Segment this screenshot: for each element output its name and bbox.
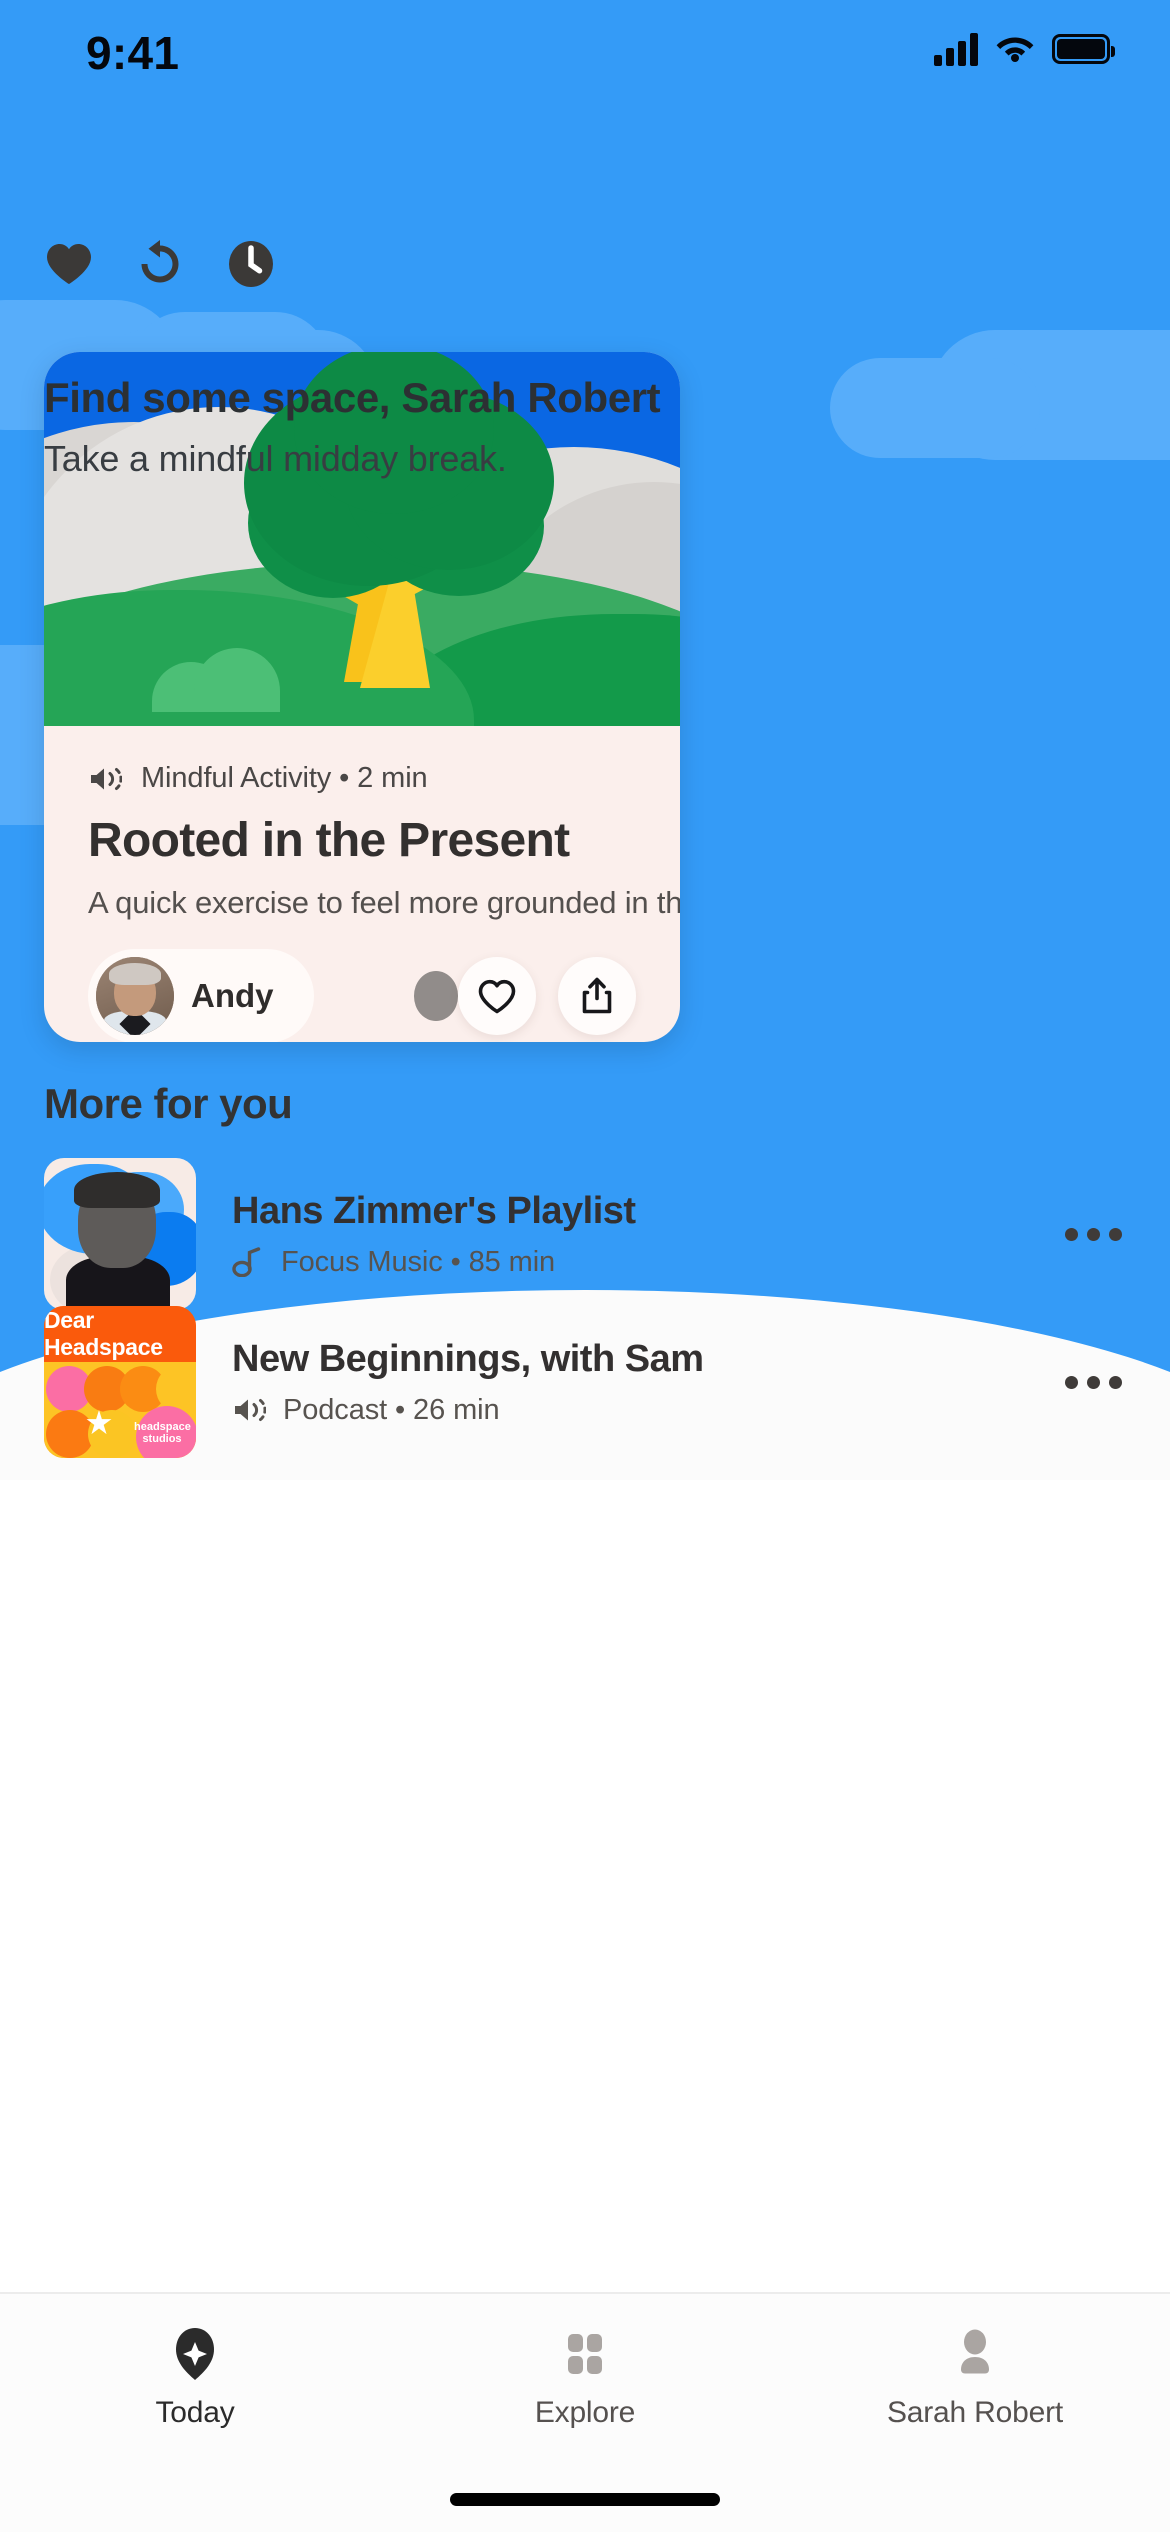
person-icon bbox=[948, 2326, 1002, 2382]
share-icon bbox=[582, 977, 612, 1014]
page-title: Find some space, Sarah Robert bbox=[44, 374, 661, 421]
tab-explore[interactable]: Explore bbox=[390, 2326, 780, 2430]
tab-label-profile: Sarah Robert bbox=[886, 2396, 1064, 2429]
list-item-meta-text: Focus Music • 85 min bbox=[281, 1245, 556, 1278]
battery-full-icon bbox=[1052, 33, 1115, 64]
status-bar: 9:41 bbox=[0, 0, 1170, 100]
page-subtitle: Take a mindful midday break. bbox=[44, 438, 507, 479]
card-meta-row: Mindful Activity • 2 min bbox=[88, 762, 636, 795]
thumbnail-badge: headspace studios bbox=[134, 1420, 191, 1446]
andy-avatar bbox=[96, 957, 174, 1035]
tab-label-today: Today bbox=[155, 2396, 235, 2429]
list-item-title: New Beginnings, with Sam bbox=[232, 1337, 704, 1380]
audio-wave-icon bbox=[232, 1395, 266, 1425]
cellular-bars-icon bbox=[934, 32, 978, 66]
more-options-icon[interactable] bbox=[1053, 1356, 1134, 1409]
audio-wave-icon bbox=[88, 764, 122, 794]
list-item[interactable]: Hans Zimmer's Playlist Focus Music • 85 … bbox=[0, 1158, 1170, 1310]
hero-quick-actions bbox=[43, 238, 277, 290]
status-bar-indicators bbox=[934, 30, 1115, 67]
list-item[interactable]: Dear Headspace headspace studios New Beg… bbox=[0, 1306, 1170, 1458]
list-item-title: Hans Zimmer's Playlist bbox=[232, 1189, 636, 1232]
card-buttons bbox=[458, 957, 636, 1035]
wifi-icon bbox=[994, 30, 1036, 67]
progress-indicator-dot bbox=[413, 971, 458, 1021]
thumbnail-title: Dear Headspace bbox=[44, 1307, 163, 1360]
hans-zimmer-thumbnail bbox=[44, 1158, 196, 1310]
more-for-you-section: More for you Hans Zimmer's Playlist Focu… bbox=[0, 1080, 1170, 1458]
clock-icon[interactable] bbox=[225, 238, 277, 290]
card-meta-text: Mindful Activity • 2 min bbox=[141, 762, 428, 794]
tab-label-explore: Explore bbox=[534, 2396, 636, 2429]
heart-filled-icon[interactable] bbox=[43, 238, 95, 290]
author-name: Andy bbox=[191, 977, 274, 1014]
home-indicator bbox=[450, 2493, 720, 2506]
favorite-button[interactable] bbox=[458, 957, 536, 1035]
list-item-meta: Podcast • 26 min bbox=[232, 1394, 1053, 1427]
card-title: Rooted in the Present bbox=[88, 814, 570, 867]
tab-today[interactable]: Today bbox=[0, 2326, 390, 2430]
share-button[interactable] bbox=[558, 957, 636, 1035]
list-item-meta: Focus Music • 85 min bbox=[232, 1246, 1053, 1279]
author-chip[interactable]: Andy bbox=[88, 949, 314, 1042]
list-item-meta-text: Podcast • 26 min bbox=[283, 1393, 500, 1426]
status-bar-time: 9:41 bbox=[86, 27, 180, 79]
more-options-icon[interactable] bbox=[1053, 1208, 1134, 1261]
cloud-decoration bbox=[830, 358, 1040, 458]
grid-squares-icon bbox=[558, 2326, 612, 2382]
recommendation-list: Hans Zimmer's Playlist Focus Music • 85 … bbox=[0, 1158, 1170, 1458]
section-title: More for you bbox=[44, 1080, 293, 1127]
replay-icon[interactable] bbox=[134, 238, 186, 290]
music-note-icon bbox=[232, 1247, 264, 1277]
card-description: A quick exercise to feel more grounded i… bbox=[88, 885, 680, 920]
tab-profile[interactable]: Sarah Robert bbox=[780, 2326, 1170, 2430]
dear-headspace-thumbnail: Dear Headspace headspace studios bbox=[44, 1306, 196, 1458]
card-action-row: Andy bbox=[88, 949, 636, 1042]
heart-outline-icon bbox=[478, 979, 516, 1013]
home-sparkle-icon bbox=[168, 2326, 222, 2382]
